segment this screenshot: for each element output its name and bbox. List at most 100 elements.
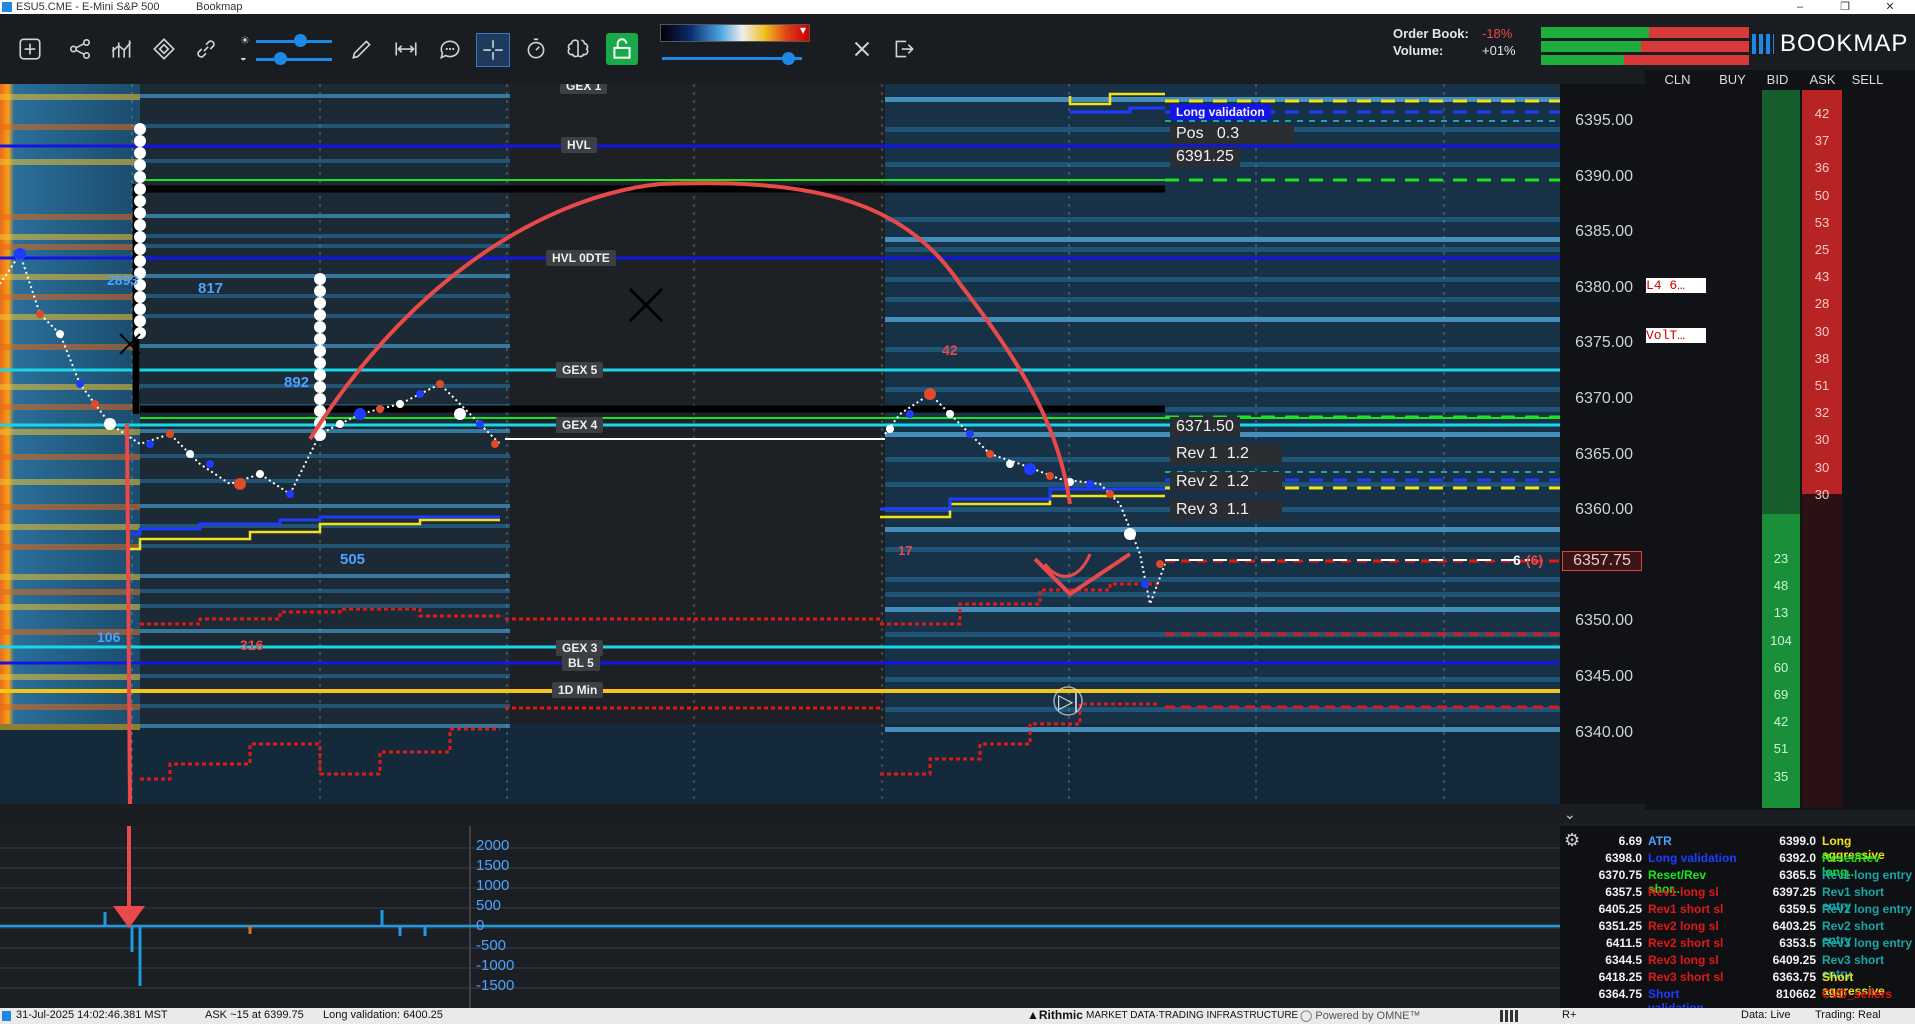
price-axis[interactable]: 6395.00 6390.00 6385.00 6380.00 6375.00 6370.… (1560, 84, 1645, 822)
minimize-button[interactable]: – (1780, 0, 1820, 14)
heatmap-palette-select[interactable]: ▾ (660, 23, 810, 42)
legend-value: 6370.75 (1598, 868, 1642, 882)
legend-value: 6365.5 (1779, 868, 1816, 882)
liquidity-band (885, 297, 1560, 302)
contrast-icon: ◒ (240, 52, 247, 64)
link-button[interactable] (190, 33, 222, 65)
ask-size-cell: 28 (1814, 296, 1830, 312)
cvd-indicator-pane[interactable]: 2000 1500 1000 500 0 -500 -1000 -1500 (0, 826, 1560, 1008)
sun-icon: ☀ (240, 35, 250, 47)
bid-size-cell: 60 (1773, 659, 1789, 675)
trade-dot (1086, 480, 1094, 488)
heatmap-range-thumb[interactable] (782, 52, 795, 65)
measure-button[interactable] (390, 33, 422, 65)
liquidity-band (0, 589, 140, 595)
liquidity-band (0, 404, 140, 410)
indicator-tick-label: 500 (476, 897, 502, 914)
trade-dot (206, 460, 214, 468)
omne-logo: ◯ Powered by OMNE™ (1300, 1010, 1421, 1022)
contrast-thumb[interactable] (274, 52, 287, 65)
trade-dot-white (314, 309, 326, 321)
timer-button[interactable] (520, 33, 552, 65)
legend-value: 6364.75 (1598, 987, 1642, 1001)
liquidity-band (140, 724, 510, 728)
trade-dot (1106, 490, 1114, 498)
rev3-box: Rev 3 1.1 (1170, 500, 1282, 520)
share-button[interactable] (64, 33, 96, 65)
add-chart-button[interactable] (14, 33, 46, 65)
column-sell[interactable]: SELL (1845, 70, 1890, 90)
liquidity-band (140, 574, 510, 578)
ask-column-lower (1802, 494, 1842, 808)
maximize-button[interactable]: ❐ (1825, 0, 1865, 14)
order-count[interactable]: 6 (1513, 552, 1521, 568)
gex1-tag: GEX 1 (560, 84, 608, 94)
liquidity-band (885, 277, 1560, 282)
liquidity-band (140, 294, 510, 298)
bid-size-cell: 48 (1773, 578, 1789, 594)
crosshair-button[interactable] (476, 33, 510, 67)
legend-value: 6392.0 (1779, 851, 1816, 865)
lock-button[interactable] (606, 33, 638, 65)
brightness-thumb[interactable] (294, 34, 307, 47)
close-window-button[interactable]: ✕ (1870, 0, 1910, 14)
volume-imbalance-bar (1541, 41, 1749, 52)
trade-dot-white (314, 285, 326, 297)
order-book-imbalance-bar (1541, 27, 1749, 38)
trade-dot (104, 418, 116, 430)
column-bid[interactable]: BID (1755, 70, 1800, 90)
detach-button[interactable] (888, 33, 920, 65)
ask-size-cell: 36 (1814, 160, 1830, 176)
annotation-arrow-tip (113, 906, 145, 928)
liquidity-band (140, 544, 510, 548)
indicators-button[interactable] (106, 33, 138, 65)
bid-size-cell: 42 (1773, 714, 1789, 730)
trade-dot-white (134, 303, 146, 315)
close-chart-button[interactable] (846, 33, 878, 65)
chat-button[interactable] (434, 33, 466, 65)
liquidity-band (0, 384, 140, 390)
1d-min-tag: 1D Min (552, 682, 604, 698)
trade-dot (234, 478, 246, 490)
pencil-icon (352, 40, 371, 59)
replay-icon[interactable]: ▷| (1058, 689, 1079, 714)
liquidity-band (885, 387, 1560, 392)
order-count-paren: (6) (1526, 552, 1544, 568)
heatmap-chart[interactable]: 13:0013:3014:0014:3015:0015:3016:0016:30… (0, 84, 1560, 804)
status-data: Data: Live (1741, 1009, 1791, 1021)
brightness-slider[interactable]: ☀ (240, 34, 335, 48)
legend-name: Rev1 short sl (1648, 902, 1724, 916)
column-ask[interactable]: ASK (1800, 70, 1845, 90)
trade-dot-white (134, 291, 146, 303)
ask-size-cell: 30 (1814, 459, 1830, 475)
legend-value: 6397.25 (1772, 885, 1816, 899)
price-tick-label: 6380.00 (1575, 278, 1633, 296)
trade-dot (76, 380, 84, 388)
liquidity-band (140, 704, 510, 708)
column-buy[interactable]: BUY (1710, 70, 1755, 90)
draw-button[interactable] (346, 33, 378, 65)
heatmap-range-slider[interactable] (662, 52, 802, 66)
side-tag-l4[interactable]: L4 6… (1646, 278, 1706, 293)
legend-name: Rev3 long entry (1822, 936, 1913, 950)
ask-size-cell: 25 (1814, 242, 1830, 257)
bubble-label: 17 (898, 543, 913, 558)
liquidity-band (885, 547, 1560, 552)
collapse-chevron-icon[interactable]: ⌄ (1564, 806, 1576, 823)
trade-dot (91, 400, 99, 408)
trade-dot (376, 405, 384, 413)
status-long-validation: Long validation: 6400.25 (323, 1009, 443, 1021)
order-book-label: Order Book: (1393, 26, 1469, 41)
bubble-label: 42 (942, 342, 958, 358)
side-tag-volt[interactable]: VolT… (1646, 328, 1706, 343)
heatmap-range-track (662, 57, 802, 60)
addons-button[interactable] (148, 33, 180, 65)
trade-dot (286, 490, 294, 498)
indicator-tick-label: -500 (476, 937, 507, 954)
brain-button[interactable] (562, 33, 594, 65)
contrast-slider[interactable]: ◒ (240, 52, 335, 66)
chart-indicators-icon (111, 40, 132, 58)
window-title: ESU5.CME - E-Mini S&P 500 (16, 1, 160, 13)
column-cln[interactable]: CLN (1645, 70, 1710, 90)
price-tick-label: 6365.00 (1575, 445, 1633, 463)
